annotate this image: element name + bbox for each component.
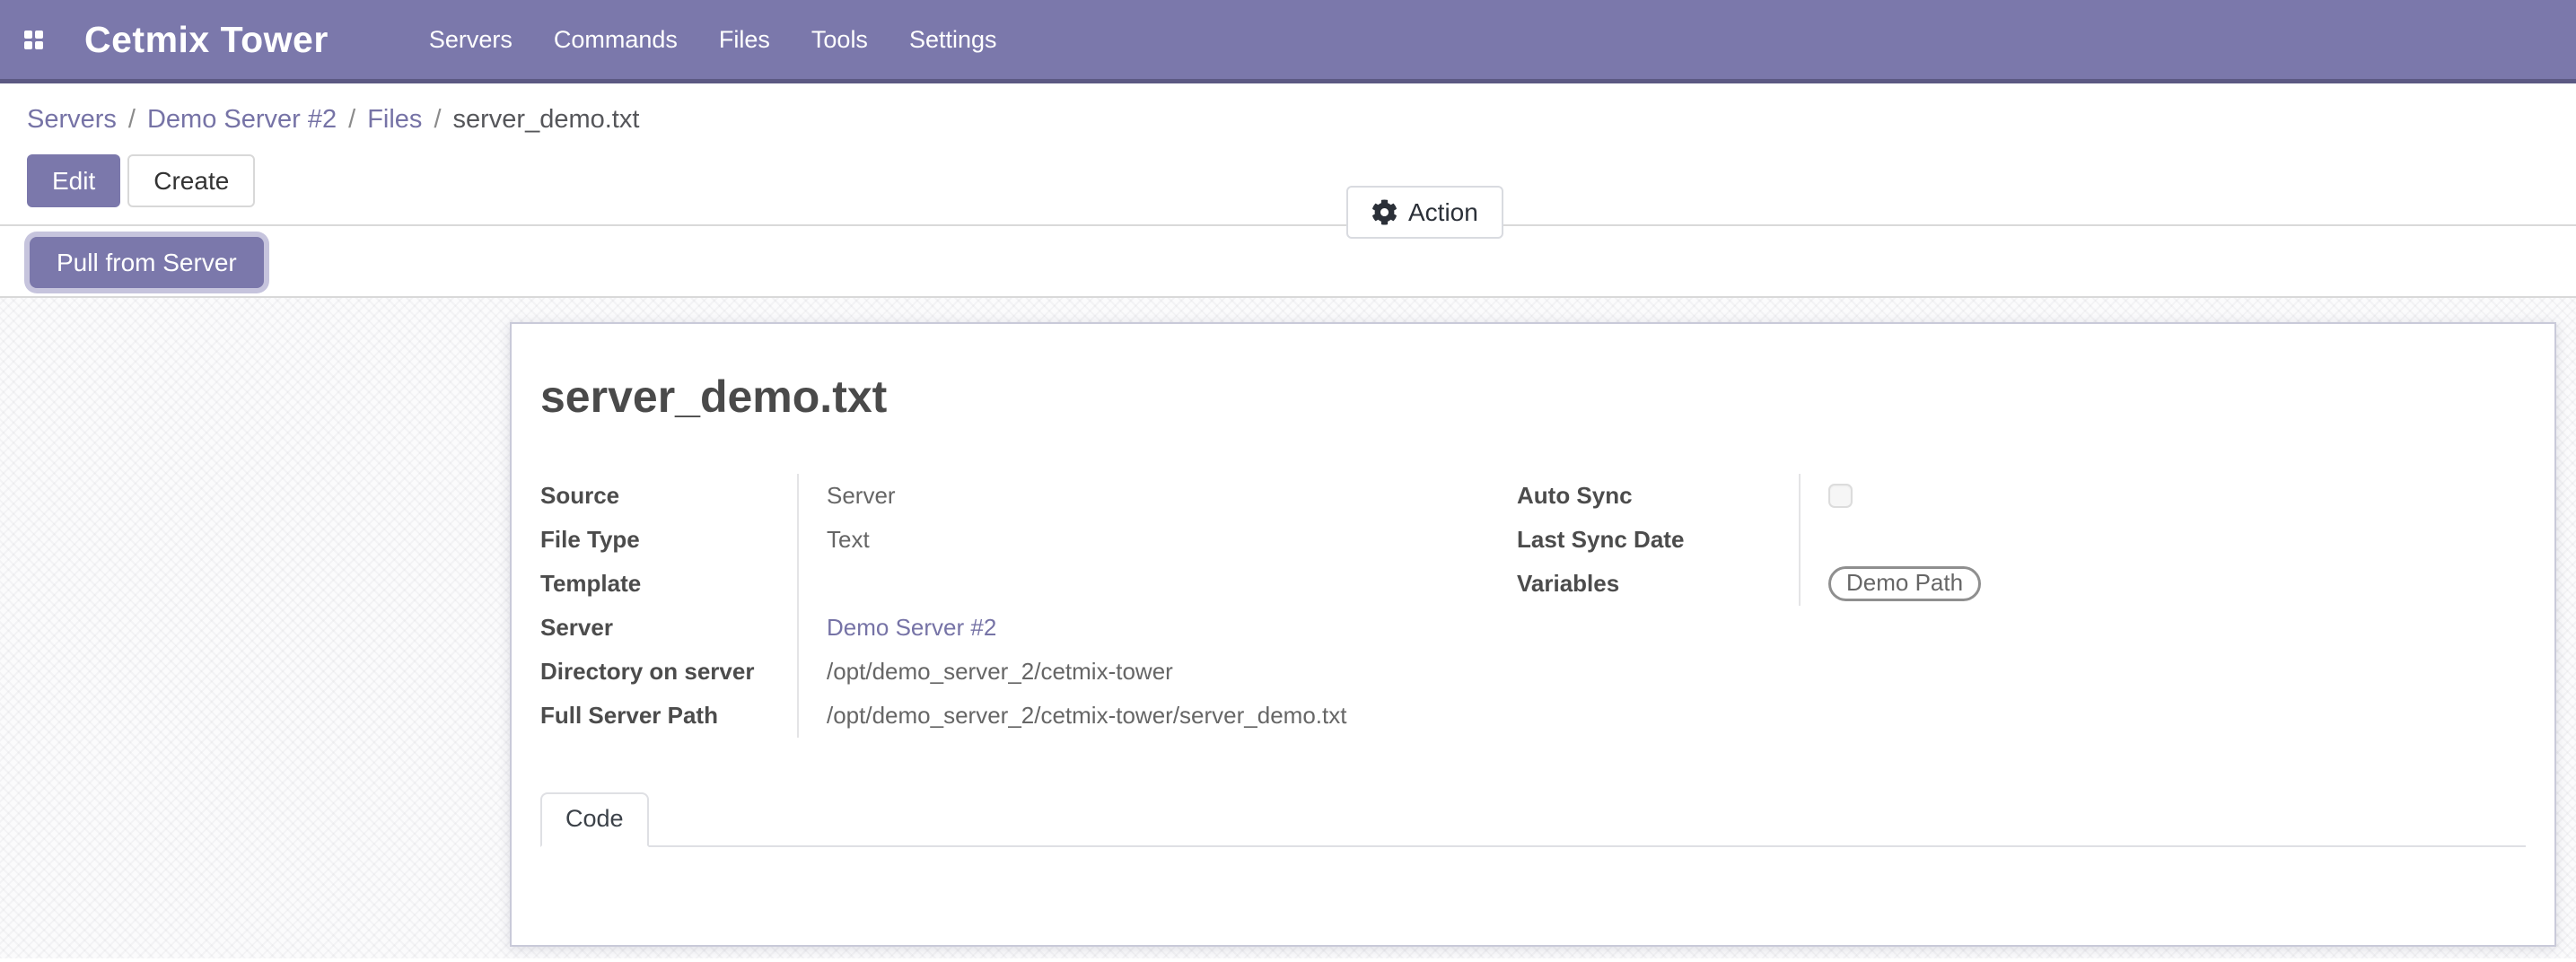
field-label-auto-sync: Auto Sync	[1517, 474, 1801, 518]
form-sheet: server_demo.txt Source Server File Type …	[510, 322, 2556, 947]
apps-grid-icon[interactable]	[24, 31, 42, 48]
field-row-source: Source Server	[540, 474, 1517, 518]
field-value-file-type: Text	[799, 518, 870, 562]
variable-tag-demo-path: Demo Path	[1828, 566, 1981, 601]
gear-icon	[1371, 199, 1398, 225]
field-value-full-path: /opt/demo_server_2/cetmix-tower/server_d…	[799, 694, 1346, 738]
breadcrumb-servers[interactable]: Servers	[27, 105, 117, 135]
field-group-left: Source Server File Type Text Template Se…	[540, 474, 1517, 738]
field-group-right: Auto Sync Last Sync Date Variables Demo …	[1517, 474, 2526, 738]
field-value-directory: /opt/demo_server_2/cetmix-tower	[799, 650, 1173, 694]
notebook: Code	[540, 792, 2526, 847]
field-value-variables: Demo Path	[1801, 562, 1981, 606]
breadcrumb-separator: /	[128, 105, 136, 135]
field-row-last-sync-date: Last Sync Date	[1517, 518, 2526, 562]
field-row-full-path: Full Server Path /opt/demo_server_2/cetm…	[540, 694, 1517, 738]
field-value-source: Server	[799, 474, 896, 518]
field-value-template	[799, 562, 827, 606]
record-title: server_demo.txt	[540, 369, 2526, 424]
auto-sync-checkbox[interactable]	[1828, 484, 1853, 508]
field-label-last-sync-date: Last Sync Date	[1517, 518, 1801, 562]
field-label-directory: Directory on server	[540, 650, 799, 694]
edit-button[interactable]: Edit	[27, 154, 120, 207]
field-label-variables: Variables	[1517, 562, 1801, 606]
field-label-full-path: Full Server Path	[540, 694, 799, 738]
breadcrumb-separator: /	[348, 105, 355, 135]
notebook-tabs: Code	[540, 792, 2526, 847]
breadcrumb-files[interactable]: Files	[367, 105, 422, 135]
pull-from-server-button[interactable]: Pull from Server	[30, 237, 264, 288]
field-row-file-type: File Type Text	[540, 518, 1517, 562]
field-row-auto-sync: Auto Sync	[1517, 474, 2526, 518]
field-groups: Source Server File Type Text Template Se…	[540, 474, 2526, 738]
nav-item-commands[interactable]: Commands	[554, 26, 678, 54]
statusbar: Pull from Server	[0, 226, 2576, 298]
field-row-template: Template	[540, 562, 1517, 606]
field-row-variables: Variables Demo Path	[1517, 562, 2526, 606]
action-button-label: Action	[1408, 198, 1478, 227]
create-button[interactable]: Create	[127, 154, 255, 207]
breadcrumb-separator: /	[434, 105, 441, 135]
field-label-file-type: File Type	[540, 518, 799, 562]
nav-menu: Servers Commands Files Tools Settings	[429, 26, 997, 54]
brand-title[interactable]: Cetmix Tower	[84, 19, 329, 61]
screen: Cetmix Tower Servers Commands Files Tool…	[0, 0, 2576, 962]
field-label-server: Server	[540, 606, 799, 650]
breadcrumb-current: server_demo.txt	[453, 105, 640, 135]
tab-code[interactable]: Code	[540, 792, 649, 847]
breadcrumb: Servers / Demo Server #2 / Files / serve…	[27, 105, 2576, 135]
field-value-auto-sync	[1801, 474, 1853, 518]
field-value-last-sync-date	[1801, 518, 1828, 562]
field-label-source: Source	[540, 474, 799, 518]
field-value-server: Demo Server #2	[799, 606, 996, 650]
field-row-directory: Directory on server /opt/demo_server_2/c…	[540, 650, 1517, 694]
field-row-server: Server Demo Server #2	[540, 606, 1517, 650]
button-row: Edit Create	[27, 154, 2576, 207]
top-navbar: Cetmix Tower Servers Commands Files Tool…	[0, 0, 2576, 83]
breadcrumb-demo-server[interactable]: Demo Server #2	[147, 105, 337, 135]
field-label-template: Template	[540, 562, 799, 606]
nav-item-settings[interactable]: Settings	[909, 26, 997, 54]
nav-item-servers[interactable]: Servers	[429, 26, 513, 54]
form-view-background: server_demo.txt Source Server File Type …	[0, 298, 2576, 958]
nav-item-files[interactable]: Files	[719, 26, 770, 54]
control-panel: Servers / Demo Server #2 / Files / serve…	[0, 83, 2576, 226]
nav-item-tools[interactable]: Tools	[811, 26, 868, 54]
server-link[interactable]: Demo Server #2	[827, 614, 996, 642]
action-button[interactable]: Action	[1346, 186, 1503, 239]
